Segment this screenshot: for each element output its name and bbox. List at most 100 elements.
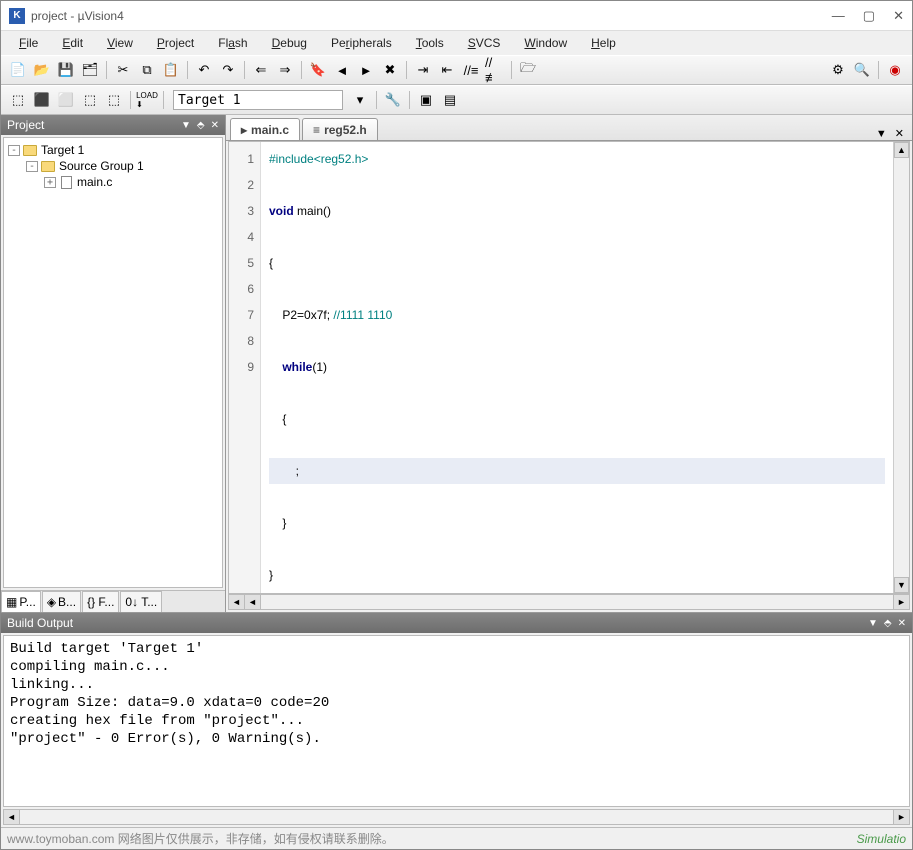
minimize-button[interactable]: — xyxy=(832,8,845,24)
expand-icon[interactable]: - xyxy=(26,161,38,172)
menu-bar: File Edit View Project Flash Debug Perip… xyxy=(1,31,912,55)
build-panel-title: Build Output xyxy=(7,616,862,630)
main-body: Project ▼ ⬘ ✕ - Target 1 - Source Group … xyxy=(1,115,912,612)
menu-help[interactable]: Help xyxy=(581,34,626,52)
code-editor[interactable]: 123456789 #include<reg52.h> void main() … xyxy=(228,141,910,594)
batch-build-icon[interactable]: ⬚ xyxy=(79,89,101,111)
scroll-left-icon[interactable]: ◄ xyxy=(4,810,20,824)
menu-flash[interactable]: Flash xyxy=(208,34,257,52)
editor-tabs: ▸ main.c ≡ reg52.h ▼ ✕ xyxy=(226,115,912,141)
code-content[interactable]: #include<reg52.h> void main() { P2=0x7f;… xyxy=(261,142,893,593)
open-file-icon[interactable]: 📂 xyxy=(31,59,53,81)
uncomment-icon[interactable]: //≢ xyxy=(484,59,506,81)
menu-edit[interactable]: Edit xyxy=(52,34,93,52)
redo-icon[interactable]: ↷ xyxy=(217,59,239,81)
panel-pin-icon[interactable]: ⬘ xyxy=(884,618,892,629)
panel-close-icon[interactable]: ✕ xyxy=(898,618,906,629)
vertical-scrollbar[interactable]: ▲ ▼ xyxy=(893,142,909,593)
panel-dropdown-icon[interactable]: ▼ xyxy=(868,618,878,629)
status-bar: www.toymoban.com 网络图片仅供展示，非存储，如有侵权请联系删除。… xyxy=(1,827,912,849)
translate-icon[interactable]: ⬚ xyxy=(7,89,29,111)
panel-pin-icon[interactable]: ⬘ xyxy=(197,120,205,131)
cut-icon[interactable]: ✂ xyxy=(112,59,134,81)
toolbar-main: 📄 📂 💾 🗂 ✂ ⧉ 📋 ↶ ↷ ⇐ ⇒ 🔖 ◄ ► ✖ ⇥ ⇤ //≡ //… xyxy=(1,55,912,85)
panel-close-icon[interactable]: ✕ xyxy=(211,120,219,131)
stop-build-icon[interactable]: ⬚ xyxy=(103,89,125,111)
tab-project[interactable]: ▦P... xyxy=(1,591,41,612)
title-bar: K project - µVision4 — ▢ ✕ xyxy=(1,1,912,31)
copy-icon[interactable]: ⧉ xyxy=(136,59,158,81)
project-tree[interactable]: - Target 1 - Source Group 1 + main.c xyxy=(3,137,223,588)
debug-config-icon[interactable]: ⚙ xyxy=(827,59,849,81)
tree-target[interactable]: - Target 1 xyxy=(8,142,218,158)
bookmark-prev-icon[interactable]: ◄ xyxy=(331,59,353,81)
menu-svcs[interactable]: SVCS xyxy=(458,34,511,52)
scroll-right-icon[interactable]: ► xyxy=(893,810,909,824)
tab-templates[interactable]: 0↓ T... xyxy=(120,591,162,612)
paste-icon[interactable]: 📋 xyxy=(160,59,182,81)
indent-icon[interactable]: ⇥ xyxy=(412,59,434,81)
close-button[interactable]: ✕ xyxy=(893,8,904,24)
comment-icon[interactable]: //≡ xyxy=(460,59,482,81)
expand-icon[interactable]: + xyxy=(44,177,56,188)
project-panel-header: Project ▼ ⬘ ✕ xyxy=(1,115,225,135)
undo-icon[interactable]: ↶ xyxy=(193,59,215,81)
target-dropdown-icon[interactable]: ▾ xyxy=(349,89,371,111)
manage-icon[interactable]: ▣ xyxy=(415,89,437,111)
tree-group[interactable]: - Source Group 1 xyxy=(8,158,218,174)
menu-tools[interactable]: Tools xyxy=(406,34,454,52)
save-all-icon[interactable]: 🗂 xyxy=(79,59,101,81)
tab-dropdown-icon[interactable]: ▼ xyxy=(872,128,891,140)
nav-fwd-icon[interactable]: ⇒ xyxy=(274,59,296,81)
bookmark-icon[interactable]: 🔖 xyxy=(307,59,329,81)
bookmark-clear-icon[interactable]: ✖ xyxy=(379,59,401,81)
bookmark-next-icon[interactable]: ► xyxy=(355,59,377,81)
build-icon[interactable]: ⬛ xyxy=(31,89,53,111)
tab-functions[interactable]: {} F... xyxy=(82,591,119,612)
file-icon xyxy=(61,176,72,189)
download-icon[interactable]: LOAD⬇ xyxy=(136,89,158,111)
outdent-icon[interactable]: ⇤ xyxy=(436,59,458,81)
expand-icon[interactable]: - xyxy=(8,145,20,156)
scroll-down-icon[interactable]: ▼ xyxy=(894,577,909,593)
save-icon[interactable]: 💾 xyxy=(55,59,77,81)
find-icon[interactable]: 🗁 xyxy=(517,59,539,81)
tab-close-icon[interactable]: ✕ xyxy=(891,127,908,140)
build-output-text[interactable]: Build target 'Target 1' compiling main.c… xyxy=(3,635,910,807)
menu-file[interactable]: File xyxy=(9,34,48,52)
maximize-button[interactable]: ▢ xyxy=(863,8,875,24)
tab-main-c[interactable]: ▸ main.c xyxy=(230,118,300,140)
editor-panel: ▸ main.c ≡ reg52.h ▼ ✕ 123456789 #includ… xyxy=(226,115,912,612)
debug-start-icon[interactable]: ◉ xyxy=(884,59,906,81)
target-select[interactable] xyxy=(173,90,343,110)
status-mode: Simulatio xyxy=(857,832,906,846)
rebuild-icon[interactable]: ⬜ xyxy=(55,89,77,111)
debug-icon[interactable]: 🔍 xyxy=(851,59,873,81)
tree-file[interactable]: + main.c xyxy=(8,174,218,190)
new-file-icon[interactable]: 📄 xyxy=(7,59,29,81)
tree-group-label: Source Group 1 xyxy=(59,159,144,173)
options-icon[interactable]: 🔧 xyxy=(382,89,404,111)
scroll-right-icon[interactable]: ► xyxy=(893,595,909,609)
file-icon: ≡ xyxy=(313,123,320,137)
tab-reg52-h[interactable]: ≡ reg52.h xyxy=(302,118,378,140)
tree-file-label: main.c xyxy=(77,175,112,189)
menu-view[interactable]: View xyxy=(97,34,143,52)
tab-books[interactable]: ◈B... xyxy=(42,591,81,612)
menu-window[interactable]: Window xyxy=(514,34,577,52)
menu-peripherals[interactable]: Peripherals xyxy=(321,34,402,52)
window-buttons: — ▢ ✕ xyxy=(832,8,904,24)
menu-debug[interactable]: Debug xyxy=(262,34,317,52)
menu-project[interactable]: Project xyxy=(147,34,204,52)
panel-dropdown-icon[interactable]: ▼ xyxy=(181,120,191,131)
scroll-left-icon[interactable]: ◄ xyxy=(229,595,245,609)
nav-back-icon[interactable]: ⇐ xyxy=(250,59,272,81)
toolbar-build: ⬚ ⬛ ⬜ ⬚ ⬚ LOAD⬇ ▾ 🔧 ▣ ▤ xyxy=(1,85,912,115)
scroll-up-icon[interactable]: ▲ xyxy=(894,142,909,158)
horizontal-scrollbar[interactable]: ◄ ◄ ► xyxy=(228,594,910,610)
folder-icon xyxy=(41,161,55,172)
scroll-left2-icon[interactable]: ◄ xyxy=(245,595,261,609)
books-icon[interactable]: ▤ xyxy=(439,89,461,111)
build-scrollbar[interactable]: ◄ ► xyxy=(3,809,910,825)
project-panel-title: Project xyxy=(7,118,175,132)
